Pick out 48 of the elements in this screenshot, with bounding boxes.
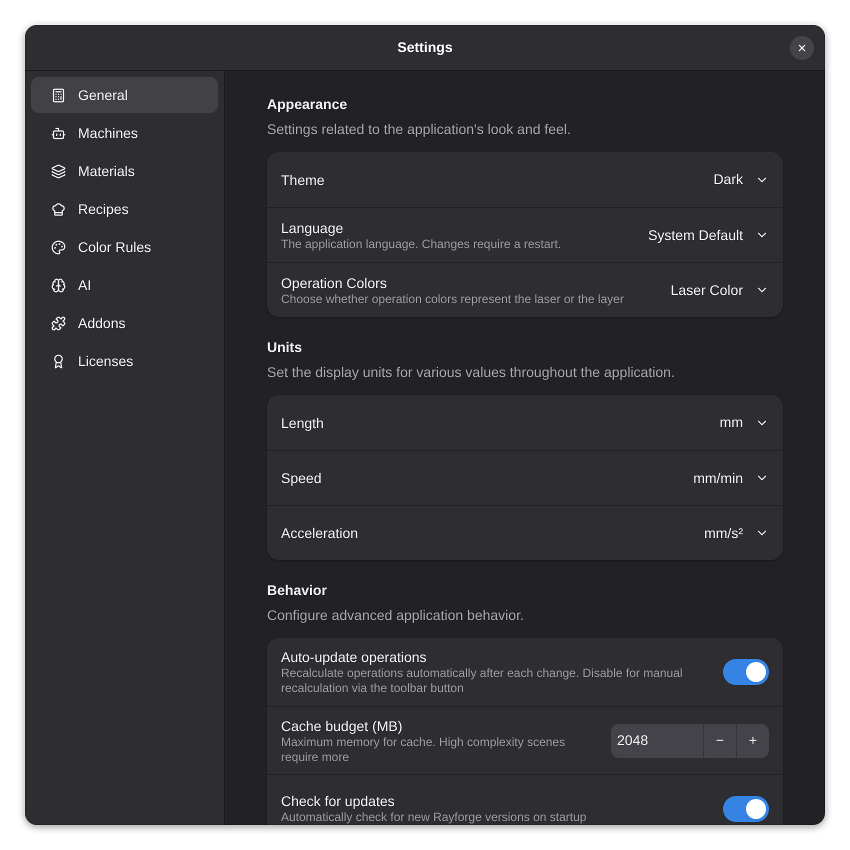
palette-icon <box>51 240 66 254</box>
sidebar-item[interactable]: Color Rules <box>31 229 218 265</box>
puzzle-icon <box>51 316 66 330</box>
dropdown-button[interactable]: Dark <box>713 169 769 190</box>
section-title: Units <box>267 338 303 357</box>
dropdown-button[interactable]: mm <box>720 412 769 433</box>
row-label: Check for updates <box>281 792 396 810</box>
row-description: The application language. Changes require a restart. <box>281 236 562 252</box>
toggle-switch[interactable] <box>723 659 769 685</box>
section-title: Behavior <box>267 581 328 600</box>
sidebar-item[interactable]: Addons <box>31 305 218 341</box>
calculator-icon <box>51 88 66 102</box>
brain-icon <box>51 278 66 292</box>
dropdown-button[interactable]: mm/s² <box>704 522 769 544</box>
sidebar-item[interactable]: Machines <box>31 115 218 151</box>
row-label: Speed <box>281 469 322 487</box>
row-description: Automatically check for new Rayforge versions on startup <box>281 810 586 825</box>
sidebar-item[interactable]: General <box>31 77 218 113</box>
row-label: Theme <box>281 170 325 188</box>
chef-hat-icon <box>51 202 66 216</box>
row-label: Length <box>281 414 324 432</box>
sidebar-item[interactable]: AI <box>31 267 218 303</box>
section-subtitle: Configure advanced application behavior. <box>267 606 525 625</box>
toggle-switch[interactable] <box>723 796 769 822</box>
row-description: Recalculate operations automatically after each change. Disable for manual recalculation via the toolbar button <box>281 666 684 696</box>
sidebar-item[interactable]: Recipes <box>31 191 218 227</box>
dropdown-button[interactable]: System Default <box>648 224 769 246</box>
close-button[interactable]: × <box>790 36 814 60</box>
sidebar-item[interactable]: Materials <box>31 153 218 189</box>
row-label: Acceleration <box>281 524 358 542</box>
window-title: Settings <box>397 38 453 57</box>
number-field[interactable]: 2048 <box>611 724 703 758</box>
section-title: Appearance <box>267 95 348 114</box>
row-label: Cache budget (MB) <box>281 716 404 734</box>
row-label: Language <box>281 218 344 236</box>
sidebar-item[interactable]: Licenses <box>31 343 218 379</box>
section-subtitle: Settings related to the application's look and feel. <box>267 120 572 139</box>
row-description: Choose whether operation colors represent the laser or the layer <box>281 292 624 306</box>
row-description: Maximum memory for cache. High complexity scenes require more <box>281 734 566 764</box>
row-label: Operation Colors <box>281 274 388 292</box>
dropdown-button[interactable]: Laser Color <box>670 280 769 300</box>
dropdown-button[interactable]: mm/min <box>693 468 769 488</box>
section-subtitle: Set the display units for various values throughout the application. <box>267 363 676 382</box>
row-label: Auto-update operations <box>281 648 428 666</box>
spin-field[interactable]: 2048 − + <box>611 724 769 758</box>
increment-button[interactable]: + <box>736 724 769 758</box>
decrement-button[interactable]: − <box>703 724 736 758</box>
badge-icon <box>51 354 66 368</box>
